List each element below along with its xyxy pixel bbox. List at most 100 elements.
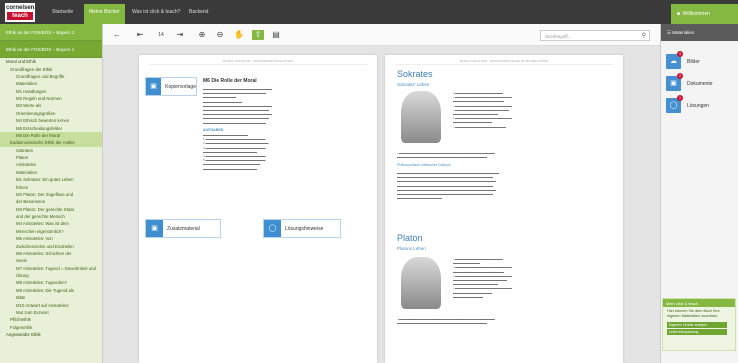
- sokrates-bust-image[interactable]: [401, 91, 441, 143]
- sidebar-item[interactable]: Mut zum Exzess!: [0, 309, 102, 316]
- material-item-dokumente[interactable]: ▣ 2 Dokumente: [666, 73, 734, 94]
- lightbulb-icon: ◯: [264, 220, 281, 237]
- viewer-toolbar: ← ⇤ 14 ⇥ ⊕ ⊖ ✋ ⇧ ▤ Suchbegriff... ⚲: [103, 24, 660, 46]
- sokrates-text: • ▬▬▬▬▬▬▬▬▬▬▬▬▬▬▬▬▬▬▬▬▬▬▬▬▬▬▬▬▬▬▬▬ ▬▬▬▬▬▬…: [397, 151, 495, 160]
- sidebar: Ethik an der FOS/BOS – Bayern 1 Ethik an…: [0, 24, 103, 363]
- sidebar-item[interactable]: Grundfragen der Ethik: [0, 65, 102, 72]
- sidebar-item[interactable]: Menschen eigentümlich?: [0, 228, 102, 235]
- book-viewer: MORAL UND ETHIK · EUDAIMONISTISCHE ETHIK…: [103, 46, 660, 363]
- sidebar-item[interactable]: führen: [0, 183, 102, 190]
- zoom-out-icon[interactable]: ⊖: [214, 30, 226, 40]
- sidebar-item[interactable]: M4 Aristoteles: Was ist dem: [0, 220, 102, 227]
- zoom-in-icon[interactable]: ⊕: [196, 30, 208, 40]
- sidebar-item[interactable]: M6 Aristoteles: Schichten der: [0, 250, 102, 257]
- sidebar-item[interactable]: Materialien: [0, 169, 102, 176]
- info-box-text: Hier können Sie dem Buch Ihre eigenen Ma…: [667, 309, 720, 318]
- left-page: MORAL UND ETHIK · EUDAIMONISTISCHE ETHIK…: [139, 55, 377, 363]
- search-icon[interactable]: ⚲: [642, 32, 646, 39]
- sidebar-item[interactable]: Orientierungsgrößen: [0, 110, 102, 117]
- runhead-rule: [149, 64, 367, 65]
- discourse-text: ▬▬▬▬▬▬▬▬▬▬▬▬▬▬▬▬▬▬▬▬▬▬▬▬▬▬▬▬▬▬▬▬▬▬ ▬▬▬▬▬▬…: [397, 171, 499, 201]
- sidebar-item[interactable]: Moral und Ethik: [0, 58, 102, 65]
- sidebar-book-selector-2[interactable]: Ethik an der FOS/BOS – Bayern 1: [0, 41, 102, 58]
- sidebar-item[interactable]: Angewandte Ethik: [0, 331, 102, 338]
- document-icon: ▣: [146, 220, 163, 237]
- user-icon: ☻: [676, 11, 683, 17]
- book-title-1: Ethik an der FOS/BOS – Bayern 1: [6, 30, 75, 35]
- sidebar-item[interactable]: Platon: [0, 154, 102, 161]
- sidebar-item[interactable]: Mitte: [0, 294, 102, 301]
- sidebar-item[interactable]: M5 Aristoteles: Von: [0, 235, 102, 242]
- user-menu-button[interactable]: ☻ Willkommen: [671, 4, 738, 24]
- loesungshinweise-button[interactable]: ◯ Lösungshinweise: [263, 219, 341, 238]
- platon-bullets: • ▬▬▬▬▬▬▬▬▬▬▬▬▬▬▬▬ ▬▬▬▬▬▬▬▬▬ • ▬▬▬▬▬▬▬▬▬▬▬…: [453, 257, 512, 299]
- sidebar-item[interactable]: Zwischenzielen und Endzielen: [0, 242, 102, 249]
- tab-startseite[interactable]: Startseite: [48, 7, 77, 17]
- sidebar-item[interactable]: Sokrates: [0, 147, 102, 154]
- search-input[interactable]: Suchbegriff... ⚲: [540, 30, 650, 41]
- material-label: Dokumente: [687, 81, 713, 87]
- sidebar-item[interactable]: M8 Aristoteles: Tugenden?: [0, 279, 102, 286]
- double-page-icon[interactable]: ▤: [270, 30, 282, 40]
- sidebar-item[interactable]: Aristoteles: [0, 161, 102, 168]
- left-page-runhead: MORAL UND ETHIK · EUDAIMONISTISCHE ETHIK: [223, 59, 293, 63]
- sidebar-item[interactable]: M3 Platon: Der gerechte Staat: [0, 206, 102, 213]
- sidebar-item[interactable]: Übung: [0, 272, 102, 279]
- sidebar-item[interactable]: M6 Die Rolle der Moral: [0, 131, 102, 140]
- count-badge: 2: [677, 73, 683, 79]
- my-click-teach-box: Mein click & teach Hier können Sie dem B…: [662, 298, 736, 351]
- back-icon[interactable]: ←: [111, 30, 123, 40]
- sidebar-item[interactable]: Folgenethik: [0, 324, 102, 331]
- kopiervorlage-button[interactable]: ▣ Kopiervorlage: [145, 77, 197, 96]
- loesungshinweise-label: Lösungshinweise: [285, 225, 324, 232]
- sidebar-item[interactable]: M3 Werte als: [0, 102, 102, 109]
- top-navigation-bar: cornelsen teach Startseite Meine Bücher …: [0, 0, 738, 24]
- brand-logo[interactable]: cornelsen teach: [5, 3, 35, 22]
- sidebar-item[interactable]: M4 Ethisch bewerten lernen: [0, 117, 102, 124]
- info-box-title: Mein click & teach: [663, 299, 735, 307]
- sokrates-bullets: • ▬▬▬▬▬▬▬▬▬▬▬▬▬▬▬▬ • ▬▬▬▬▬▬▬▬▬▬▬▬▬▬▬▬▬▬▬ ▬…: [453, 91, 512, 129]
- zusatzmaterial-label: Zusatzmaterial: [167, 225, 200, 232]
- pointer-tool-icon[interactable]: ⇧: [252, 30, 264, 40]
- sidebar-item[interactable]: M10 Antwort auf Aristoteles:: [0, 301, 102, 308]
- create-folder-link[interactable]: Eigenen Ordner anlegen: [667, 322, 727, 328]
- materials-panel-header[interactable]: ☰ Materialien: [661, 24, 738, 41]
- material-item-bilder[interactable]: ☁ 3 Bilder: [666, 51, 734, 72]
- platon-text: • ▬▬▬▬▬▬▬▬▬▬▬▬▬▬▬▬▬▬▬▬▬▬▬▬▬▬▬▬▬▬▬▬ ▬▬▬▬▬▬…: [397, 317, 495, 326]
- tab-backend[interactable]: Backend: [185, 7, 212, 17]
- sidebar-item[interactable]: M1 Handlungen: [0, 88, 102, 95]
- sidebar-item[interactable]: M2 Platon: Der Zugeflose und: [0, 191, 102, 198]
- sidebar-item[interactable]: der Besonnene: [0, 198, 102, 205]
- sidebar-item[interactable]: M9 Aristoteles: Die Tugend als: [0, 287, 102, 294]
- lesson-planning-link[interactable]: Unterrichtsplanung: [667, 329, 727, 335]
- prev-page-icon[interactable]: ⇤: [134, 30, 146, 40]
- next-page-icon[interactable]: ⇥: [174, 30, 186, 40]
- sidebar-item[interactable]: M1 Sokrates: Ein gutes Leben: [0, 176, 102, 183]
- sidebar-item[interactable]: M2 Regeln und Normen: [0, 95, 102, 102]
- sidebar-book-selector[interactable]: Ethik an der FOS/BOS – Bayern 1: [0, 24, 102, 41]
- page-number[interactable]: 14: [153, 30, 169, 40]
- sidebar-item[interactable]: Eudaimonistische Ethik der Antike: [0, 139, 102, 147]
- right-page: MORAL UND ETHIK · EUDAIMONISTISCHE ETHIK…: [385, 55, 623, 363]
- tab-was-ist-click-teach[interactable]: Was ist click & teach?: [128, 7, 184, 17]
- sidebar-item[interactable]: M7 Aristoteles: Tugend = Gewohnheit und: [0, 265, 102, 272]
- sidebar-item[interactable]: und der gerechte Mensch: [0, 213, 102, 220]
- tab-meine-buecher[interactable]: Meine Bücher: [84, 4, 125, 24]
- sokrates-title: Sokrates: [397, 69, 433, 79]
- sidebar-item[interactable]: M5 Entscheidungsfelder: [0, 124, 102, 131]
- logo-text-2: teach: [7, 12, 33, 20]
- sidebar-item[interactable]: Grundfragen und Begriffe: [0, 73, 102, 80]
- sidebar-item[interactable]: Pflichtethik: [0, 316, 102, 323]
- left-page-body: ▬▬▬▬▬▬▬▬▬▬▬▬▬▬▬▬▬▬▬▬▬▬▬ ▬▬▬▬▬▬▬▬▬▬▬▬▬▬▬▬▬…: [203, 87, 369, 171]
- material-label: Lösungen: [687, 103, 709, 109]
- zusatzmaterial-button[interactable]: ▣ Zusatzmaterial: [145, 219, 221, 238]
- sokrates-subtitle: Sokrates' Leben: [397, 82, 430, 87]
- material-item-loesungen[interactable]: ◯ 1 Lösungen: [666, 95, 734, 116]
- left-page-heading: M6 Die Rolle der Moral: [203, 78, 257, 84]
- sidebar-item[interactable]: Seele: [0, 257, 102, 264]
- sidebar-item[interactable]: Materialien: [0, 80, 102, 87]
- count-badge: 3: [677, 51, 683, 57]
- logo-text-1: cornelsen: [6, 5, 35, 11]
- hand-tool-icon[interactable]: ✋: [233, 30, 245, 40]
- platon-bust-image[interactable]: [401, 257, 441, 309]
